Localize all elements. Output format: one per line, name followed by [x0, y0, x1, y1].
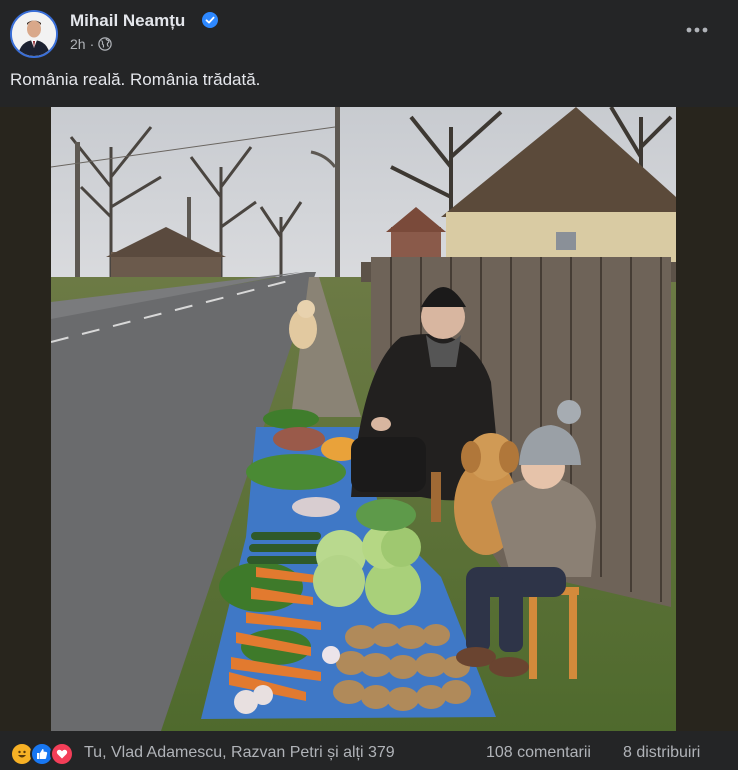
shares-count[interactable]: 8 distribuiri [623, 744, 700, 762]
post-time[interactable]: 2h [70, 36, 86, 52]
post-header: Mihail Neamțu 2h · [0, 0, 738, 62]
comments-count[interactable]: 108 comentarii [486, 744, 591, 762]
reaction-names[interactable]: Tu, Vlad Adamescu, Razvan Petri și alți … [84, 744, 395, 762]
globe-icon [98, 37, 112, 51]
post-text: România reală. România trădată. [10, 70, 261, 89]
author-avatar[interactable] [10, 10, 58, 58]
post-footer: Tu, Vlad Adamescu, Razvan Petri și alți … [0, 731, 738, 770]
verified-badge-icon [202, 12, 218, 28]
post-media[interactable] [0, 107, 738, 731]
meta-separator: · [89, 36, 95, 52]
more-options-icon[interactable] [682, 20, 712, 40]
author-name[interactable]: Mihail Neamțu [70, 11, 185, 31]
love-icon [50, 742, 74, 766]
post-photo[interactable] [51, 107, 676, 731]
post-meta: 2h · [70, 36, 112, 52]
reaction-icons[interactable] [10, 742, 74, 766]
